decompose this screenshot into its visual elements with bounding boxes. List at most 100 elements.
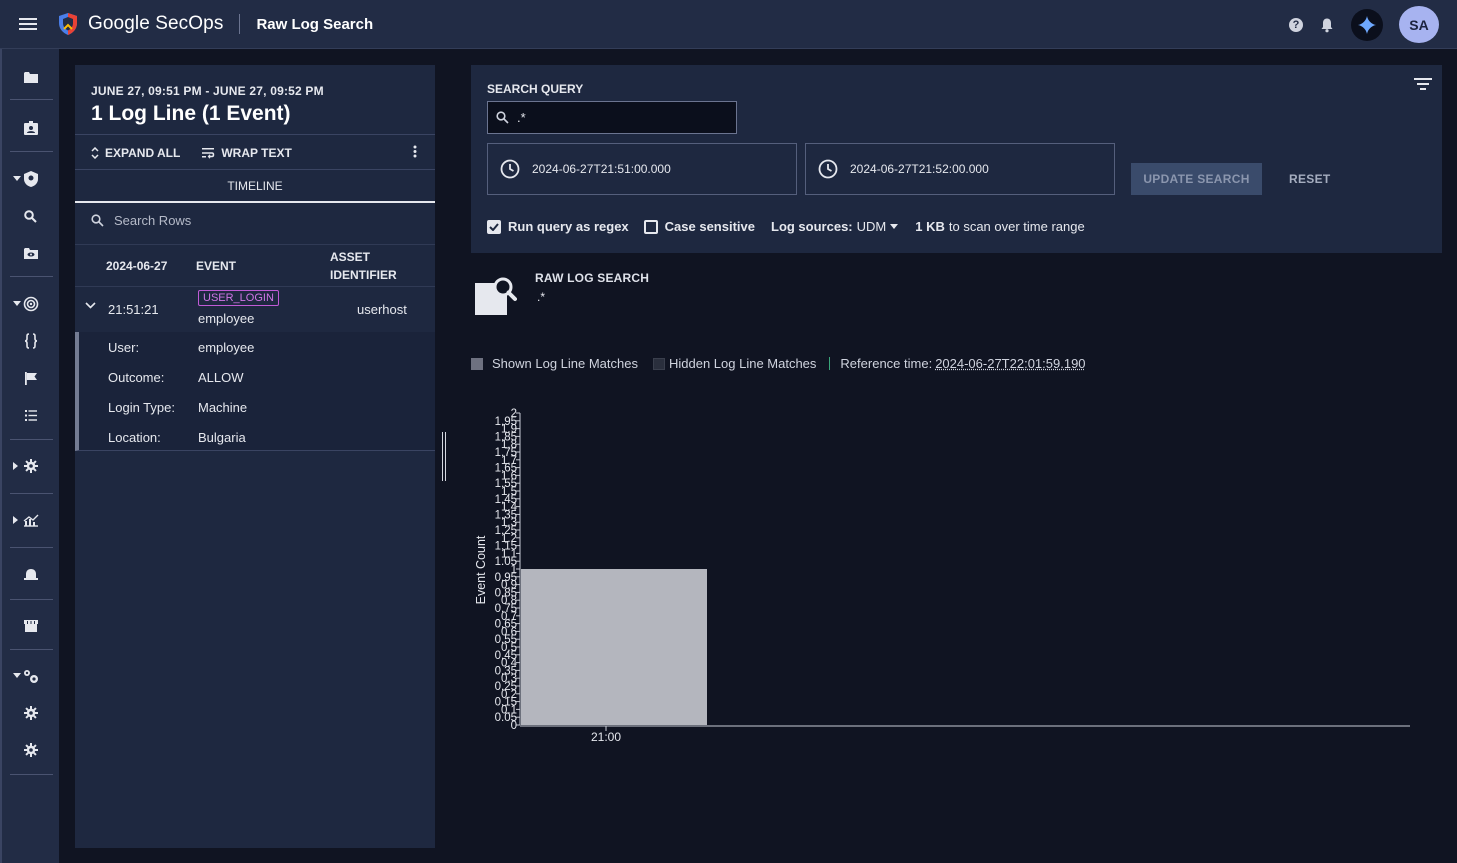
folder-icon bbox=[23, 72, 38, 83]
search-query-value: .* bbox=[517, 110, 526, 125]
rail-admin-group[interactable] bbox=[2, 662, 59, 690]
detail-label: Location: bbox=[108, 430, 161, 445]
gear-icon bbox=[23, 706, 38, 720]
rail-separator bbox=[10, 493, 53, 494]
scan-size: 1 KB bbox=[915, 219, 945, 234]
column-asset-identifier[interactable]: ASSET IDENTIFIER bbox=[330, 248, 410, 284]
search-query-panel: SEARCH QUERY .* 2024-06-27T21:51:00.000 … bbox=[471, 65, 1442, 253]
row-principal-user: employee bbox=[198, 311, 255, 326]
rail-settings-2[interactable] bbox=[2, 736, 59, 764]
bell-icon[interactable] bbox=[1319, 17, 1335, 33]
search-query-label: SEARCH QUERY bbox=[487, 82, 584, 96]
gemini-spark-icon bbox=[1358, 15, 1376, 34]
search-query-input[interactable]: .* bbox=[487, 101, 737, 134]
rail-marketplace[interactable] bbox=[2, 611, 59, 639]
rail-separator bbox=[10, 439, 53, 440]
folder-eye-icon bbox=[23, 248, 38, 259]
divider bbox=[75, 169, 435, 170]
expand-all-button[interactable]: EXPAND ALL bbox=[91, 146, 180, 160]
page-title: Raw Log Search bbox=[256, 15, 374, 33]
reference-time-label: Reference time: bbox=[840, 356, 933, 371]
table-row[interactable]: 21:51:21 USER_LOGIN employee userhost bbox=[75, 288, 435, 332]
avatar[interactable]: SA bbox=[1399, 6, 1439, 43]
shield-icon bbox=[23, 171, 38, 187]
row-details: User: employee Outcome: ALLOW Login Type… bbox=[75, 332, 435, 451]
log-line-count-title: 1 Log Line (1 Event) bbox=[91, 102, 291, 125]
rail-separator bbox=[10, 599, 53, 600]
case-sensitive-checkbox[interactable] bbox=[643, 219, 658, 234]
log-sources-dropdown[interactable]: Log sources: UDM bbox=[771, 219, 899, 234]
regex-label[interactable]: Run query as regex bbox=[508, 219, 629, 234]
detail-value: Machine bbox=[198, 400, 248, 415]
update-search-button[interactable]: UPDATE SEARCH bbox=[1131, 163, 1262, 195]
rail-alerts[interactable] bbox=[2, 560, 59, 588]
detail-label: Outcome: bbox=[108, 370, 165, 385]
secops-shield-logo bbox=[59, 13, 77, 35]
search-rows-input[interactable]: Search Rows bbox=[91, 213, 191, 228]
rail-reports[interactable] bbox=[2, 364, 59, 392]
rail-contacts[interactable] bbox=[2, 114, 59, 142]
case-sensitive-label[interactable]: Case sensitive bbox=[665, 219, 755, 234]
rail-dashboards[interactable] bbox=[2, 506, 59, 534]
caret-down-icon bbox=[890, 224, 899, 229]
rail-settings-group[interactable] bbox=[2, 452, 59, 480]
braces-icon bbox=[24, 333, 37, 349]
brand-separator bbox=[239, 14, 241, 34]
rail-lists[interactable] bbox=[2, 401, 59, 429]
clock-icon bbox=[500, 159, 520, 179]
x-tick-label: 21:00 bbox=[591, 730, 621, 744]
legend-separator bbox=[829, 357, 831, 370]
start-time-field[interactable]: 2024-06-27T21:51:00.000 bbox=[487, 143, 797, 195]
rail-search[interactable] bbox=[2, 202, 59, 230]
rail-cases[interactable] bbox=[2, 63, 59, 91]
rail-investigation[interactable] bbox=[2, 239, 59, 267]
store-icon bbox=[23, 619, 38, 632]
event-count-chart: 00.050.10.150.20.250.30.350.40.450.50.55… bbox=[474, 408, 1410, 744]
help-icon[interactable]: ? bbox=[1289, 17, 1303, 32]
rail-settings-1[interactable] bbox=[2, 699, 59, 727]
rail-rules[interactable] bbox=[2, 327, 59, 355]
chart-bar bbox=[521, 569, 707, 725]
caret-down-icon bbox=[13, 301, 21, 306]
reset-button[interactable]: RESET bbox=[1289, 163, 1331, 195]
legend-shown-label[interactable]: Shown Log Line Matches bbox=[492, 356, 638, 371]
log-sources-value: UDM bbox=[856, 219, 887, 234]
caret-right-icon bbox=[13, 462, 18, 470]
regex-checkbox[interactable] bbox=[487, 219, 501, 234]
column-event[interactable]: EVENT bbox=[196, 257, 236, 275]
y-tick-label: 2 bbox=[511, 408, 517, 420]
row-time: 21:51:21 bbox=[108, 302, 159, 317]
scan-text: to scan over time range bbox=[948, 219, 1085, 234]
wrap-text-icon bbox=[202, 147, 215, 159]
search-rows-placeholder: Search Rows bbox=[114, 213, 192, 228]
more-options-icon[interactable] bbox=[413, 145, 417, 158]
column-date[interactable]: 2024-06-27 bbox=[106, 257, 167, 275]
legend-hidden-label[interactable]: Hidden Log Line Matches bbox=[669, 356, 816, 371]
end-time-value: 2024-06-27T21:52:00.000 bbox=[850, 162, 989, 176]
end-time-field[interactable]: 2024-06-27T21:52:00.000 bbox=[805, 143, 1115, 195]
rail-separator bbox=[10, 547, 53, 548]
panel-resize-handle[interactable] bbox=[442, 432, 446, 481]
menu-icon bbox=[19, 18, 37, 30]
menu-button[interactable] bbox=[0, 0, 56, 49]
gear-icon bbox=[23, 459, 38, 473]
filter-icon[interactable] bbox=[1414, 78, 1432, 90]
gemini-button[interactable] bbox=[1351, 8, 1383, 41]
legend-hidden-swatch bbox=[652, 357, 665, 370]
unfold-icon bbox=[91, 147, 99, 159]
contact-card-icon bbox=[23, 121, 38, 135]
event-type-badge: USER_LOGIN bbox=[198, 290, 279, 306]
search-icon bbox=[496, 111, 509, 124]
list-icon bbox=[24, 409, 37, 421]
bell-alarm-icon bbox=[23, 569, 38, 580]
rail-detection[interactable] bbox=[2, 165, 59, 193]
tab-timeline[interactable]: TIMELINE bbox=[75, 171, 435, 203]
chevron-down-icon[interactable] bbox=[85, 302, 96, 309]
log-lines-panel: JUNE 27, 09:51 PM - JUNE 27, 09:52 PM 1 … bbox=[75, 65, 435, 848]
brand-name[interactable]: Google SecOps bbox=[88, 13, 223, 35]
rail-separator bbox=[10, 649, 53, 650]
detail-label: User: bbox=[108, 340, 140, 355]
wrap-text-button[interactable]: WRAP TEXT bbox=[202, 146, 292, 160]
rail-threat-hunting[interactable] bbox=[2, 290, 59, 318]
caret-right-icon bbox=[13, 516, 18, 524]
